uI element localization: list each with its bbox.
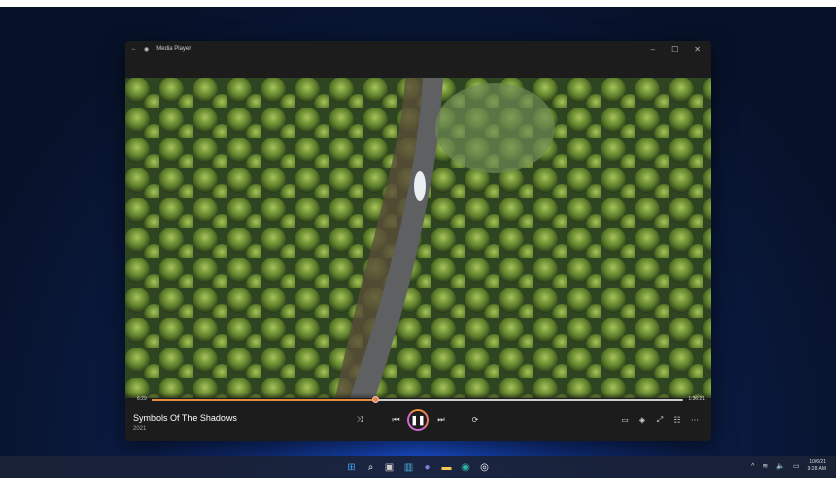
task-view-icon[interactable]: ▣ — [383, 460, 397, 474]
car — [414, 171, 426, 201]
start-icon[interactable]: ⊞ — [345, 460, 359, 474]
aerial-forest-video — [125, 78, 711, 398]
battery-icon[interactable]: ▭ — [793, 462, 800, 470]
taskbar-icons: ⊞ ⌕ ▣ ▥ ● ▬ ◉ ◎ — [342, 460, 494, 474]
time: 9:28 AM — [807, 466, 826, 472]
repeat-button[interactable]: ⟳ — [472, 416, 479, 425]
window-title: Media Player — [156, 46, 192, 52]
pause-button[interactable]: ❚❚ — [407, 409, 429, 431]
cast-button[interactable]: ◈ — [639, 416, 645, 425]
media-player-window: ← ◉ Media Player – ☐ ✕ 6:29 1:36:21 Symb… — [125, 41, 711, 441]
tray-chevron-icon[interactable]: ^ — [751, 463, 754, 470]
maximize-button[interactable]: ☐ — [671, 45, 678, 54]
system-tray: ^ ≋ 🔈 ▭ 10/6/21 9:28 AM — [751, 459, 826, 473]
minimize-button[interactable]: – — [651, 45, 655, 54]
taskbar: ⊞ ⌕ ▣ ▥ ● ▬ ◉ ◎ ^ ≋ 🔈 ▭ 10/6/21 9:28 AM — [0, 456, 836, 478]
pause-icon: ❚❚ — [410, 414, 426, 425]
seek-bar-fill — [152, 399, 376, 401]
edge-icon[interactable]: ◉ — [459, 460, 473, 474]
search-icon[interactable]: ⌕ — [364, 460, 378, 474]
more-button[interactable]: ⋯ — [691, 416, 699, 425]
chat-icon[interactable]: ● — [421, 460, 435, 474]
wifi-icon[interactable]: ≋ — [762, 462, 768, 470]
app-icon: ◉ — [144, 46, 150, 53]
widgets-icon[interactable]: ▥ — [402, 460, 416, 474]
previous-button[interactable]: ⏮ — [392, 415, 399, 425]
song-year: 2021 — [133, 426, 147, 432]
clock[interactable]: 10/6/21 9:28 AM — [808, 459, 826, 473]
playlist-button[interactable]: ☷ — [673, 416, 680, 425]
next-button[interactable]: ⏭ — [437, 415, 444, 425]
fullscreen-button[interactable]: ⤢ — [657, 415, 663, 425]
close-button[interactable]: ✕ — [694, 45, 701, 54]
total-duration: 1:36:21 — [688, 396, 705, 402]
desktop: ← ◉ Media Player – ☐ ✕ 6:29 1:36:21 Symb… — [0, 7, 836, 478]
file-explorer-icon[interactable]: ▬ — [440, 460, 454, 474]
media-player-icon[interactable]: ◎ — [478, 460, 492, 474]
date: 10/6/21 — [809, 459, 826, 465]
shuffle-button[interactable]: ⤨ — [357, 415, 363, 425]
seek-thumb[interactable] — [372, 396, 380, 403]
back-button[interactable]: ← — [131, 46, 137, 52]
seek-bar[interactable] — [152, 396, 683, 403]
miniplayer-button[interactable]: ▭ — [621, 416, 629, 425]
volume-icon[interactable]: 🔈 — [776, 462, 785, 470]
video-frame[interactable] — [125, 78, 711, 398]
elapsed-time: 6:29 — [137, 396, 147, 402]
song-title: Symbols Of The Shadows — [133, 413, 237, 423]
title-bar: ← ◉ Media Player – ☐ ✕ — [125, 41, 711, 57]
playback-controls: 6:29 1:36:21 Symbols Of The Shadows 2021… — [125, 393, 711, 441]
